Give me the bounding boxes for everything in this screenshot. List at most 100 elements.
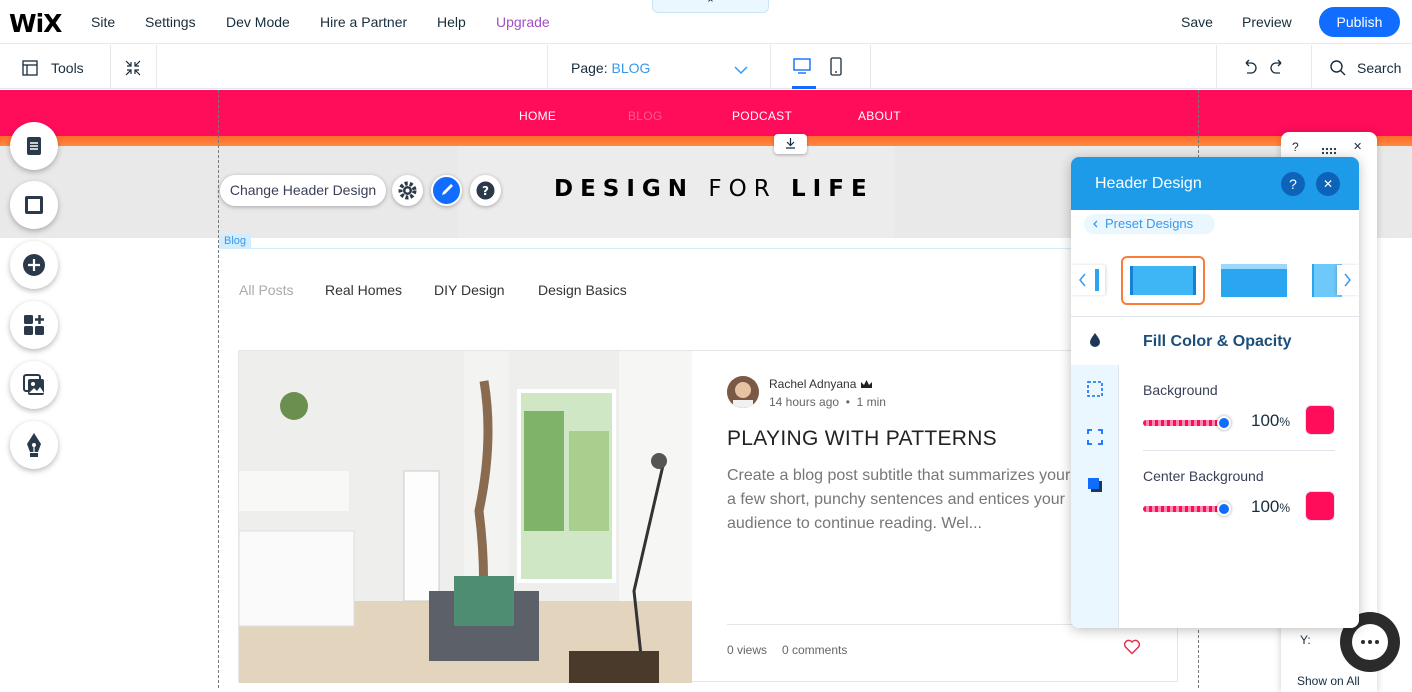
site-title[interactable]: DESIGN FOR LIFE [554,176,874,202]
menu-upgrade[interactable]: Upgrade [496,14,550,30]
desktop-view-button[interactable] [792,57,816,89]
header-nav-bar [0,90,1412,136]
svg-text:?: ? [482,184,489,198]
collapse-topbar-tab[interactable]: ⌃ [652,0,769,13]
change-header-design-button[interactable]: Change Header Design [220,175,386,206]
square-frame-icon [25,196,43,214]
site-title-part-1: DESIGN [554,176,695,202]
menu-settings[interactable]: Settings [145,14,196,30]
save-button[interactable]: Save [1181,14,1213,30]
panel-help-button[interactable]: ? [1281,172,1305,196]
redo-button[interactable] [1269,58,1287,81]
dashed-square-icon [1087,381,1103,397]
tools-panel-icon [22,60,38,76]
author-name[interactable]: Rachel Adnyana [769,377,873,391]
stretch-handle[interactable] [774,134,807,154]
chevron-left-icon [1079,269,1099,291]
blog-post-card[interactable]: Rachel Adnyana 14 hours ago • 1 min PLAY… [238,350,1179,683]
category-real-homes[interactable]: Real Homes [325,282,402,298]
like-button[interactable] [1123,639,1141,660]
menu-site[interactable]: Site [91,14,115,30]
background-color-swatch[interactable] [1305,405,1335,435]
preset-thumb-1 [1130,266,1196,295]
center-opacity-knob[interactable] [1217,502,1231,516]
header-accent-strip [0,136,1412,146]
background-opacity-value[interactable]: 100% [1251,411,1290,431]
top-bar: WiX Site Settings Dev Mode Hire a Partne… [0,0,1412,44]
inspector-close-icon[interactable]: ✕ [1353,140,1362,153]
tab-fill-color[interactable] [1071,317,1119,365]
blog-manager-button[interactable] [10,421,58,469]
mobile-view-button[interactable] [829,57,843,82]
y-position-label: Y: [1300,633,1311,647]
kitchen-photo-image [239,351,692,683]
preset-designs-back-link[interactable]: Preset Designs [1084,214,1215,234]
inspector-help-icon[interactable]: ? [1292,140,1299,154]
post-title[interactable]: PLAYING WITH PATTERNS [727,427,997,451]
publish-button[interactable]: Publish [1319,7,1400,37]
preset-scroll-left[interactable] [1071,265,1105,295]
nav-podcast[interactable]: PODCAST [732,109,792,123]
page-dropdown-chevron[interactable] [734,62,748,80]
toolbar-divider [770,45,771,89]
blog-section-tag[interactable]: Blog [219,234,252,248]
category-diy-design[interactable]: DIY Design [434,282,505,298]
background-opacity-slider[interactable] [1143,420,1225,426]
menu-help[interactable]: Help [437,14,466,30]
page-selector[interactable]: Page: BLOG [571,60,650,76]
site-title-part-3: LIFE [791,176,874,202]
author-avatar[interactable] [727,376,759,408]
center-opacity-value[interactable]: 100% [1251,497,1290,517]
property-divider [1143,450,1335,451]
background-opacity-knob[interactable] [1217,416,1231,430]
editor-toolbar: Tools Page: BLOG Search [0,45,1412,89]
nav-about[interactable]: ABOUT [858,109,901,123]
tab-corners[interactable] [1071,413,1119,461]
category-design-basics[interactable]: Design Basics [538,282,627,298]
chevron-right-icon [1344,273,1351,287]
pen-nib-icon [27,433,41,457]
post-comments[interactable]: 0 comments [782,643,847,657]
meta-separator: • [845,395,850,409]
panel-close-button[interactable]: ✕ [1316,172,1340,196]
center-color-swatch[interactable] [1305,491,1335,521]
toolbar-divider [547,45,548,89]
preset-design-1-selected[interactable] [1121,256,1205,305]
chevron-left-icon [1093,220,1098,228]
search-label[interactable]: Search [1357,60,1401,76]
menu-dev-mode[interactable]: Dev Mode [226,14,290,30]
nav-home[interactable]: HOME [519,109,556,123]
preview-button[interactable]: Preview [1242,14,1292,30]
design-button[interactable] [431,175,462,206]
preset-scroll-right[interactable] [1337,265,1359,295]
add-elements-button[interactable] [10,241,58,289]
tools-button[interactable] [22,60,38,81]
center-opacity-slider[interactable] [1143,506,1225,512]
undo-button[interactable] [1240,58,1258,81]
category-all-posts[interactable]: All Posts [239,282,293,298]
pages-menu-button[interactable] [10,122,58,170]
toolbar-divider [1216,45,1217,89]
post-cover-image[interactable] [239,351,692,683]
apps-grid-icon [24,315,44,335]
tools-label[interactable]: Tools [51,60,84,76]
settings-button[interactable] [392,175,423,206]
show-on-all-pages-toggle[interactable]: Show on All [1297,674,1360,688]
zoom-out-button[interactable] [124,59,142,82]
drag-dots-icon [1321,147,1337,155]
menu-hire-partner[interactable]: Hire a Partner [320,14,407,30]
wix-logo[interactable]: WiX [9,9,62,38]
panel-header[interactable]: Header Design ? ✕ [1071,157,1359,210]
media-button[interactable] [10,361,58,409]
add-apps-button[interactable] [10,301,58,349]
preset-design-2[interactable] [1221,264,1287,297]
background-button[interactable] [10,181,58,229]
blog-section-guide [219,248,1079,249]
nav-blog[interactable]: BLOG [628,109,663,123]
image-gallery-icon [23,374,44,395]
help-button[interactable]: ? [470,175,501,206]
search-button[interactable] [1329,59,1347,82]
tab-shadow[interactable] [1071,461,1119,509]
center-background-label: Center Background [1143,468,1264,484]
tab-borders[interactable] [1071,365,1119,413]
